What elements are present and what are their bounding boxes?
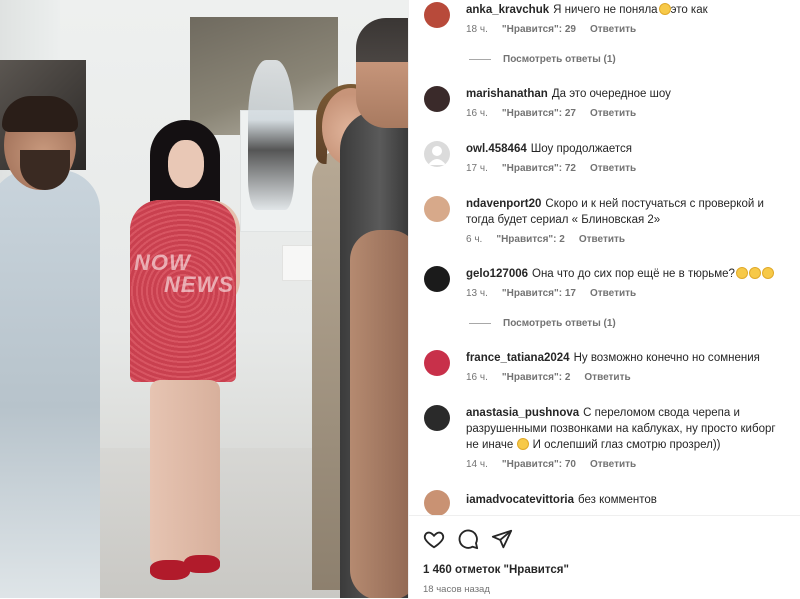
- comment-likes[interactable]: "Нравится": 27: [502, 108, 576, 119]
- comment-username[interactable]: anka_kravchuk: [466, 4, 549, 16]
- comment-time: 16 ч.: [466, 108, 488, 119]
- comments-panel: anka_kravchuk Я ничего не поняла это как 1…: [408, 0, 800, 598]
- comment-text: Я ничего не поняла: [553, 4, 658, 16]
- astonished-emoji-icon: [748, 267, 761, 279]
- comment-username[interactable]: iamadvocatevittoria: [466, 494, 574, 506]
- comment-username[interactable]: gelo127006: [466, 268, 528, 280]
- comment-text-after: это как: [670, 4, 708, 16]
- comment-username[interactable]: ndavenport20: [466, 198, 541, 210]
- comment-username[interactable]: marishanathan: [466, 88, 548, 100]
- comment-likes[interactable]: "Нравится": 70: [502, 459, 576, 470]
- view-replies-button[interactable]: Посмотреть ответы (1): [469, 318, 616, 329]
- comment-likes[interactable]: "Нравится": 17: [502, 288, 576, 299]
- avatar[interactable]: [424, 266, 450, 292]
- astonished-emoji-icon: [658, 3, 671, 15]
- comment-text: Шоу продолжается: [530, 143, 633, 155]
- comment-text: Она что до сих пор ещё не в тюрьме?: [532, 268, 735, 280]
- avatar[interactable]: [424, 141, 450, 167]
- heart-icon[interactable]: [423, 528, 445, 550]
- likes-count[interactable]: 1 460 отметок "Нравится": [423, 564, 569, 576]
- default-user-icon: [428, 146, 446, 165]
- reply-button[interactable]: Ответить: [579, 234, 625, 245]
- comments-list[interactable]: anka_kravchuk Я ничего не поняла это как 1…: [409, 0, 800, 515]
- comment-username[interactable]: anastasia_pushnova: [466, 407, 579, 419]
- comment-likes[interactable]: "Нравится": 2: [502, 372, 571, 383]
- reply-button[interactable]: Ответить: [590, 288, 636, 299]
- post-time: 18 часов назад: [423, 584, 490, 595]
- comment-text: без комментов: [578, 494, 657, 506]
- view-replies-button[interactable]: Посмотреть ответы (1): [469, 54, 616, 65]
- astonished-emoji-icon: [735, 267, 748, 279]
- comment-text: Да это очередное шоу: [551, 88, 671, 100]
- avatar[interactable]: [424, 2, 450, 28]
- comment-time: 14 ч.: [466, 459, 488, 470]
- share-icon[interactable]: [491, 528, 513, 550]
- app-window: NOW NEWS anka_kravchuk Я ничего не поняла…: [0, 0, 800, 598]
- comment-time: 6 ч.: [466, 234, 483, 245]
- comment-time: 18 ч.: [466, 24, 488, 35]
- avatar[interactable]: [424, 86, 450, 112]
- comment-icon[interactable]: [457, 528, 479, 550]
- comment-text: Ну возможно конечно но сомнения: [573, 352, 760, 364]
- astonished-emoji-icon: [761, 267, 774, 279]
- person-left: [0, 170, 100, 598]
- watermark-logo: NOW NEWS: [134, 250, 234, 297]
- post-photo[interactable]: NOW NEWS: [0, 0, 408, 598]
- avatar[interactable]: [424, 490, 450, 515]
- avatar[interactable]: [424, 350, 450, 376]
- comment-text-after: И ослепший глаз смотрю прозрел)): [532, 439, 721, 451]
- post-actions-bar: 1 460 отметок "Нравится" 18 часов назад: [409, 515, 800, 599]
- reply-button[interactable]: Ответить: [590, 163, 636, 174]
- painting-figure: [248, 60, 294, 210]
- avatar[interactable]: [424, 405, 450, 431]
- reply-button[interactable]: Ответить: [584, 372, 630, 383]
- reply-button[interactable]: Ответить: [590, 24, 636, 35]
- comment-time: 16 ч.: [466, 372, 488, 383]
- comment-likes[interactable]: "Нравится": 2: [496, 234, 565, 245]
- reply-button[interactable]: Ответить: [590, 108, 636, 119]
- comment-likes[interactable]: "Нравится": 72: [502, 163, 576, 174]
- comment-time: 13 ч.: [466, 288, 488, 299]
- avatar[interactable]: [424, 196, 450, 222]
- grinning-emoji-icon: [517, 438, 530, 450]
- reply-button[interactable]: Ответить: [590, 459, 636, 470]
- comment-username[interactable]: owl.458464: [466, 143, 527, 155]
- comment-time: 17 ч.: [466, 163, 488, 174]
- comment-username[interactable]: france_tatiana2024: [466, 352, 570, 364]
- comment-likes[interactable]: "Нравится": 29: [502, 24, 576, 35]
